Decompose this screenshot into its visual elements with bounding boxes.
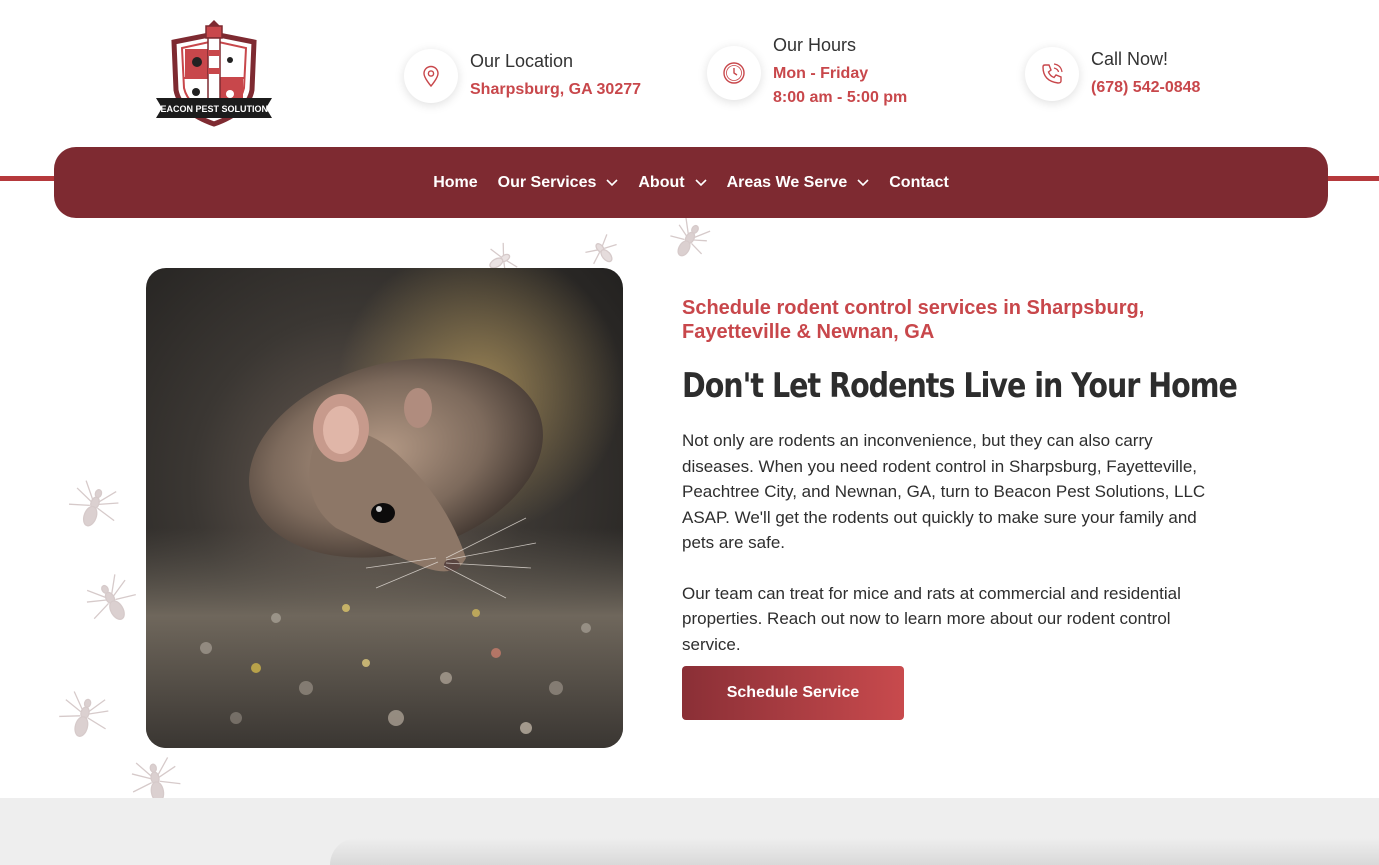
location-value[interactable]: Sharpsburg, GA 30277 [470, 78, 641, 102]
schedule-service-button[interactable]: Schedule Service [682, 666, 904, 720]
svg-text:BEACON PEST SOLUTIONS: BEACON PEST SOLUTIONS [154, 104, 274, 114]
chevron-down-icon [695, 178, 707, 186]
section-heading: Don't Let Rodents Live in Your Home [682, 366, 1238, 406]
nav-our-services[interactable]: Our Services [488, 174, 629, 192]
hours-days: Mon - Friday [773, 65, 869, 82]
rat-illustration [146, 268, 623, 748]
chevron-down-icon [857, 178, 869, 186]
intro-paragraph: Not only are rodents an inconvenience, b… [682, 431, 1206, 552]
content-section: Schedule rodent control services in Shar… [682, 296, 1238, 657]
nav-our-services-label: Our Services [497, 173, 597, 191]
clock-icon [707, 45, 761, 100]
call-label: Call Now! [1091, 48, 1169, 69]
nav-contact[interactable]: Contact [879, 174, 959, 192]
rodent-photo [146, 268, 623, 748]
nav-contact-label: Contact [889, 173, 949, 191]
nav-areas-we-serve-label: Areas We Serve [726, 173, 848, 191]
company-logo[interactable]: BEACON PEST SOLUTIONS [152, 20, 276, 130]
nav-home-label: Home [433, 173, 478, 191]
phone-icon [1025, 47, 1079, 101]
chevron-down-icon [606, 178, 618, 186]
location-info: Our Location Sharpsburg, GA 30277 [404, 49, 641, 103]
section-subheading: Schedule rodent control services in Shar… [682, 297, 1145, 343]
map-pin-icon [404, 49, 458, 103]
hours-info: Our Hours Mon - Friday 8:00 am - 5:00 pm [707, 35, 907, 110]
schedule-service-label: Schedule Service [726, 684, 860, 701]
site-header: BEACON PEST SOLUTIONS Our Location Sharp… [0, 0, 1379, 147]
nav-areas-we-serve[interactable]: Areas We Serve [717, 174, 880, 192]
hours-time: 8:00 am - 5:00 pm [773, 89, 908, 106]
details-paragraph: Our team can treat for mice and rats at … [682, 583, 1181, 654]
location-label: Our Location [470, 50, 574, 71]
phone-number-link[interactable]: (678) 542-0848 [1091, 76, 1200, 100]
next-section-card-edge [330, 838, 1379, 865]
hours-label: Our Hours [773, 35, 857, 55]
call-info: Call Now! (678) 542-0848 [1025, 47, 1200, 101]
nav-about[interactable]: About [628, 174, 716, 192]
nav-about-label: About [638, 173, 685, 191]
main-nav: Home Our Services About Areas We Serve C… [54, 147, 1328, 218]
nav-home[interactable]: Home [423, 174, 487, 192]
